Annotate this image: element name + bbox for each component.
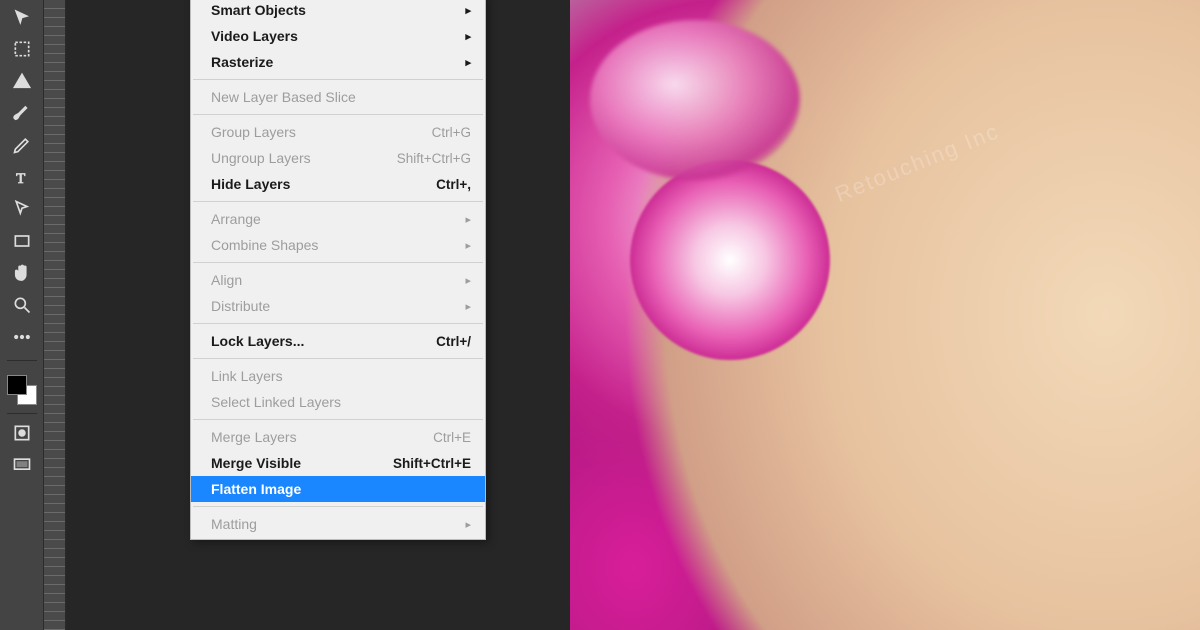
vertical-ruler (44, 0, 66, 630)
menu-item-matting: Matting▸ (191, 511, 485, 537)
rectangle-tool-icon (12, 231, 32, 256)
menu-item-arrange: Arrange▸ (191, 206, 485, 232)
menu-item-new-layer-based-slice: New Layer Based Slice (191, 84, 485, 110)
menu-item-accelerator: Ctrl+G (432, 125, 471, 140)
screen-mode-tool[interactable] (5, 452, 39, 482)
menu-item-hide-layers[interactable]: Hide LayersCtrl+, (191, 171, 485, 197)
layer-menu: Smart Objects▸Video Layers▸Rasterize▸New… (190, 0, 486, 540)
zoom-tool[interactable] (5, 292, 39, 322)
submenu-arrow-icon: ▸ (461, 4, 471, 17)
menu-item-label: Merge Visible (211, 455, 393, 471)
menu-separator (193, 114, 483, 115)
menu-item-accelerator: Shift+Ctrl+G (397, 151, 471, 166)
move-tool[interactable] (5, 4, 39, 34)
menu-item-merge-layers: Merge LayersCtrl+E (191, 424, 485, 450)
menu-item-label: Merge Layers (211, 429, 433, 445)
rectangle-tool[interactable] (5, 228, 39, 258)
menu-item-combine-shapes: Combine Shapes▸ (191, 232, 485, 258)
quick-mask-tool[interactable] (5, 420, 39, 450)
app-area: T Smart Objects▸Video Layers▸Rasterize▸N… (0, 0, 570, 630)
menu-item-label: Smart Objects (211, 2, 461, 18)
fg-color-swatch[interactable] (7, 375, 27, 395)
submenu-arrow-icon: ▸ (461, 274, 471, 287)
menu-item-label: Video Layers (211, 28, 461, 44)
menu-item-merge-visible[interactable]: Merge VisibleShift+Ctrl+E (191, 450, 485, 476)
path-select-tool-icon (12, 199, 32, 224)
menu-item-rasterize[interactable]: Rasterize▸ (191, 49, 485, 75)
menu-separator (193, 323, 483, 324)
menu-item-label: Group Layers (211, 124, 432, 140)
menu-item-accelerator: Ctrl+E (433, 430, 471, 445)
menu-item-align: Align▸ (191, 267, 485, 293)
type-tool-icon: T (12, 167, 32, 192)
menu-item-lock-layers[interactable]: Lock Layers...Ctrl+/ (191, 328, 485, 354)
submenu-arrow-icon: ▸ (461, 239, 471, 252)
hand-tool-icon (12, 263, 32, 288)
menu-item-select-linked-layers: Select Linked Layers (191, 389, 485, 415)
tool-separator (7, 413, 37, 414)
menu-item-label: Flatten Image (211, 481, 471, 497)
move-tool-icon (12, 7, 32, 32)
menu-item-accelerator: Shift+Ctrl+E (393, 456, 471, 471)
polygon-lasso-tool[interactable] (5, 68, 39, 98)
path-select-tool[interactable] (5, 196, 39, 226)
menu-item-label: Matting (211, 516, 461, 532)
pen-tool-icon (12, 135, 32, 160)
tool-column: T (0, 0, 44, 630)
menu-item-smart-objects[interactable]: Smart Objects▸ (191, 0, 485, 23)
pen-tool[interactable] (5, 132, 39, 162)
menu-item-label: Lock Layers... (211, 333, 436, 349)
menu-item-label: Align (211, 272, 461, 288)
tool-separator (7, 360, 37, 361)
menu-item-video-layers[interactable]: Video Layers▸ (191, 23, 485, 49)
menu-item-label: New Layer Based Slice (211, 89, 471, 105)
menu-separator (193, 262, 483, 263)
zoom-tool-icon (12, 295, 32, 320)
menu-item-label: Combine Shapes (211, 237, 461, 253)
menu-item-distribute: Distribute▸ (191, 293, 485, 319)
options-tool-icon (12, 327, 32, 352)
submenu-arrow-icon: ▸ (461, 518, 471, 531)
menu-separator (193, 79, 483, 80)
menu-separator (193, 506, 483, 507)
menu-item-label: Ungroup Layers (211, 150, 397, 166)
submenu-arrow-icon: ▸ (461, 30, 471, 43)
hand-tool[interactable] (5, 260, 39, 290)
menu-item-accelerator: Ctrl+/ (436, 334, 471, 349)
svg-text:T: T (16, 170, 25, 186)
polygon-lasso-tool-icon (12, 71, 32, 96)
submenu-arrow-icon: ▸ (461, 56, 471, 69)
brush-tool[interactable] (5, 100, 39, 130)
menu-item-label: Rasterize (211, 54, 461, 70)
menu-item-link-layers: Link Layers (191, 363, 485, 389)
menu-item-label: Hide Layers (211, 176, 436, 192)
menu-item-label: Select Linked Layers (211, 394, 471, 410)
menu-separator (193, 419, 483, 420)
menu-item-label: Distribute (211, 298, 461, 314)
submenu-arrow-icon: ▸ (461, 213, 471, 226)
options-tool[interactable] (5, 324, 39, 354)
brush-tool-icon (12, 103, 32, 128)
menu-item-group-layers: Group LayersCtrl+G (191, 119, 485, 145)
watermark-text: Retouching Inc (831, 118, 1003, 208)
marquee-tool-icon (12, 39, 32, 64)
menu-separator (193, 358, 483, 359)
menu-item-accelerator: Ctrl+, (436, 177, 471, 192)
type-tool[interactable]: T (5, 164, 39, 194)
menu-item-label: Link Layers (211, 368, 471, 384)
color-swatches[interactable] (5, 373, 39, 407)
menu-item-ungroup-layers: Ungroup LayersShift+Ctrl+G (191, 145, 485, 171)
marquee-tool[interactable] (5, 36, 39, 66)
menu-item-flatten-image[interactable]: Flatten Image (191, 476, 485, 502)
menu-separator (193, 201, 483, 202)
screen-mode-tool-icon (12, 455, 32, 480)
preview-photo: Retouching Inc (570, 0, 1200, 630)
quick-mask-tool-icon (12, 423, 32, 448)
menu-item-label: Arrange (211, 211, 461, 227)
submenu-arrow-icon: ▸ (461, 300, 471, 313)
